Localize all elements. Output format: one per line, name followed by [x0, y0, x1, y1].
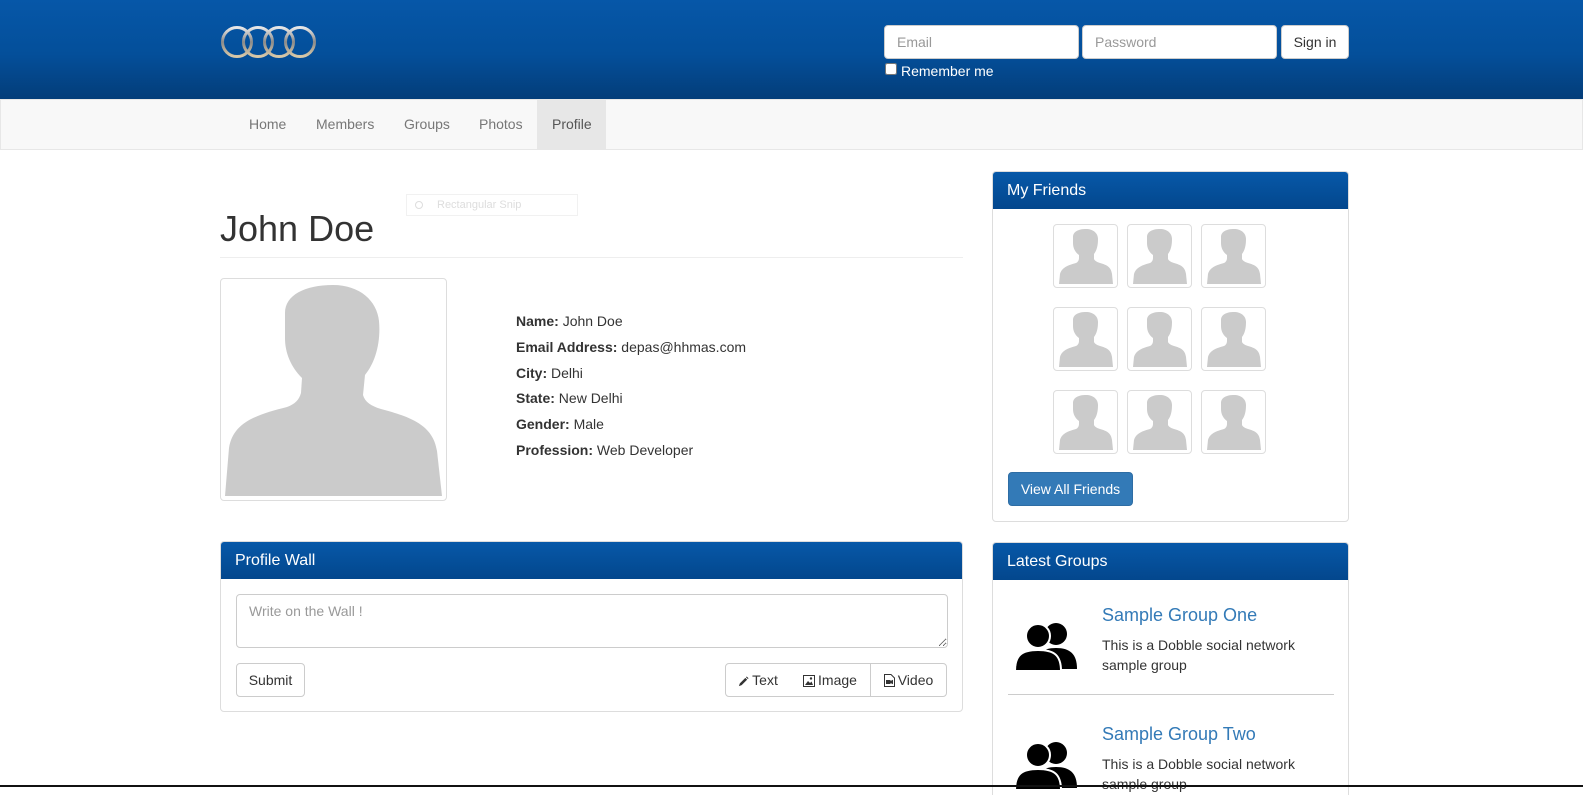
- friend-silhouette-icon: [1133, 312, 1187, 367]
- friend-silhouette-icon: [1059, 229, 1113, 284]
- group-users-icon: [1014, 623, 1077, 671]
- text-label: Text: [752, 672, 778, 688]
- info-label: State:: [516, 390, 555, 407]
- password-input[interactable]: [1082, 25, 1277, 59]
- post-type-image-button[interactable]: Image: [790, 663, 871, 697]
- video-label: Video: [897, 672, 934, 688]
- friend-thumbnail[interactable]: [1053, 307, 1118, 371]
- email-input[interactable]: [884, 25, 1079, 59]
- top-header: Sign in Remember me: [0, 0, 1583, 99]
- friend-thumbnail[interactable]: [1127, 390, 1192, 454]
- friend-silhouette-icon: [1207, 312, 1261, 367]
- profile-avatar: [220, 278, 447, 501]
- info-row: City: Delhi: [516, 364, 746, 390]
- main-nav: Home Members Groups Photos Profile: [0, 99, 1583, 150]
- friend-silhouette-icon: [1207, 229, 1261, 284]
- submit-button[interactable]: Submit: [236, 663, 305, 697]
- profile-info: Name: John Doe Email Address: depas@hhma…: [516, 312, 746, 467]
- my-friends-panel: My Friends View All Friends: [992, 171, 1349, 522]
- panel-heading: Profile Wall: [221, 542, 962, 579]
- info-row: State: New Delhi: [516, 389, 746, 415]
- nav-profile[interactable]: Profile: [537, 100, 606, 149]
- info-value: John Doe: [562, 313, 623, 329]
- info-label: Name:: [516, 313, 559, 329]
- bottom-edge: [0, 785, 1583, 787]
- info-label: Gender:: [516, 416, 570, 433]
- post-type-text-button[interactable]: Text: [725, 663, 791, 697]
- profile-wall-panel: Profile Wall Submit Text Image Video: [220, 541, 963, 712]
- group-users-icon: [1014, 742, 1077, 790]
- friend-thumbnail[interactable]: [1201, 224, 1266, 288]
- wall-post-input[interactable]: [236, 594, 948, 648]
- info-label: Email Address:: [516, 338, 618, 355]
- info-row: Profession: Web Developer: [516, 441, 746, 467]
- user-silhouette-icon: [225, 285, 442, 496]
- info-value: Male: [573, 416, 604, 433]
- pencil-icon: [739, 676, 749, 687]
- friend-thumbnail[interactable]: [1127, 307, 1192, 371]
- group-description: This is a Dobble social network sample g…: [1102, 756, 1295, 792]
- info-value: Delhi: [551, 364, 583, 381]
- friend-thumbnail[interactable]: [1127, 224, 1192, 288]
- nav-groups[interactable]: Groups: [389, 100, 465, 149]
- friend-silhouette-icon: [1133, 229, 1187, 284]
- nav-members[interactable]: Members: [301, 100, 389, 149]
- info-value: Web Developer: [596, 441, 694, 458]
- friend-thumbnail[interactable]: [1201, 390, 1266, 454]
- nav-home[interactable]: Home: [234, 100, 301, 149]
- panel-heading: My Friends: [993, 172, 1348, 209]
- nav-photos[interactable]: Photos: [464, 100, 538, 149]
- title-divider: [220, 257, 963, 258]
- view-all-friends-button[interactable]: View All Friends: [1008, 472, 1133, 506]
- image-label: Image: [818, 672, 857, 688]
- info-label: Profession:: [516, 441, 594, 458]
- remember-checkbox[interactable]: [885, 63, 897, 75]
- panel-heading: Latest Groups: [993, 543, 1348, 580]
- info-row: Email Address: depas@hhmas.com: [516, 338, 746, 364]
- friend-thumbnail[interactable]: [1201, 307, 1266, 371]
- remember-me[interactable]: Remember me: [884, 62, 1084, 80]
- snip-label: Rectangular Snip: [437, 199, 522, 211]
- remember-label: Remember me: [901, 63, 994, 79]
- info-row: Name: John Doe: [516, 312, 746, 338]
- post-type-video-button[interactable]: Video: [870, 663, 947, 697]
- page-title: John Doe: [220, 208, 375, 249]
- video-file-icon: [883, 674, 895, 687]
- info-value: depas@hhmas.com: [621, 338, 747, 355]
- info-value: New Delhi: [558, 390, 623, 407]
- latest-groups-panel: Latest Groups Sample Group One This is a…: [992, 542, 1349, 795]
- logo-rings-icon[interactable]: [220, 24, 318, 60]
- group-name-link[interactable]: Sample Group One: [1102, 605, 1257, 626]
- friend-silhouette-icon: [1059, 312, 1113, 367]
- snip-icon: [415, 201, 423, 209]
- friend-thumbnail[interactable]: [1053, 224, 1118, 288]
- group-divider: [1008, 694, 1334, 695]
- signin-button[interactable]: Sign in: [1281, 25, 1349, 59]
- group-name-link[interactable]: Sample Group Two: [1102, 724, 1256, 745]
- friend-silhouette-icon: [1207, 395, 1261, 450]
- info-label: City:: [516, 364, 548, 381]
- friend-silhouette-icon: [1133, 395, 1187, 450]
- image-icon: [803, 675, 816, 687]
- group-description: This is a Dobble social network sample g…: [1102, 637, 1295, 673]
- friend-silhouette-icon: [1059, 395, 1113, 450]
- info-row: Gender: Male: [516, 415, 746, 441]
- snip-overlay-label: Rectangular Snip: [406, 194, 578, 216]
- friend-thumbnail[interactable]: [1053, 390, 1118, 454]
